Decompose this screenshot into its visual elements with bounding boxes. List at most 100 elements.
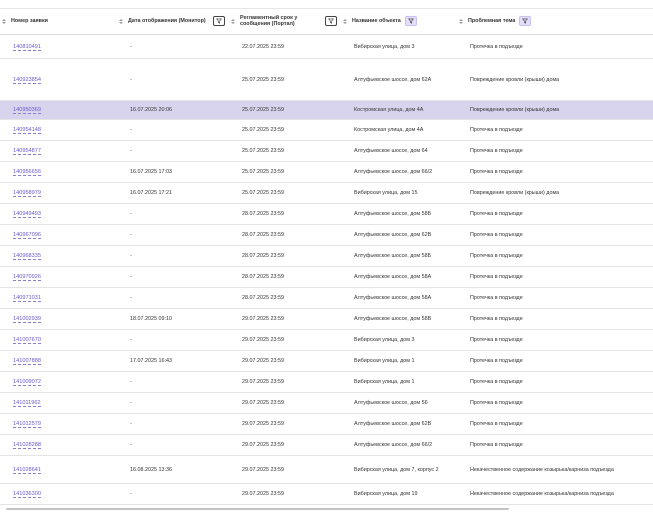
- table-cell: 140810491: [0, 34, 117, 59]
- problem-topic-cell: Протечка в подъезде: [470, 253, 523, 259]
- table-row[interactable]: 141028641 16.08.2025 13:36 29.07.2025 23:5…: [0, 455, 653, 484]
- table-cell: Вибирская улица, дом 7, корпус 2: [341, 455, 457, 484]
- table-row[interactable]: 141011962 - 29.07.2025 23:59 Алтуфьевское ш…: [0, 392, 653, 414]
- request-number-link[interactable]: 140958979: [13, 190, 41, 197]
- table-row[interactable]: 141009072 - 29.07.2025 23:59 Вибирская улиц…: [0, 371, 653, 393]
- table-cell: 140971031: [0, 287, 117, 309]
- table-row[interactable]: 140923854 - 25.07.2025 23:59 Алтуфьевское ш…: [0, 58, 653, 101]
- request-number-link[interactable]: 141012579: [13, 421, 41, 428]
- table-row[interactable]: 141012579 - 29.07.2025 23:59 Алтуфьевское ш…: [0, 413, 653, 435]
- table-row[interactable]: 140970926 - 28.07.2025 23:59 Алтуфьевское ш…: [0, 266, 653, 288]
- sort-icon[interactable]: [2, 18, 8, 24]
- table-row[interactable]: 140971031 - 28.07.2025 23:59 Алтуфьевское ш…: [0, 287, 653, 309]
- filter-icon[interactable]: [519, 16, 532, 26]
- table-cell: Повреждение кровли (крыши) дома: [457, 58, 653, 101]
- request-number-link[interactable]: 140950369: [13, 107, 41, 114]
- table-row[interactable]: 140810491 - 22.07.2025 23:59 Вибирская улиц…: [0, 34, 653, 59]
- deadline-cell: 29.07.2025 23:59: [242, 337, 284, 343]
- request-number-link[interactable]: 140954148: [13, 127, 41, 134]
- request-number-link[interactable]: 140923854: [13, 76, 41, 84]
- request-number-link[interactable]: 141007670: [13, 337, 41, 344]
- request-number-link[interactable]: 140968335: [13, 253, 41, 260]
- request-number-link[interactable]: 140971031: [13, 295, 41, 302]
- table-cell: 28.07.2025 23:59: [229, 224, 341, 246]
- filter-icon[interactable]: [404, 16, 417, 26]
- table-cell: 141007888: [0, 350, 117, 372]
- request-number-link[interactable]: 141036300: [13, 491, 41, 498]
- table-row[interactable]: 140956656 16.07.2025 17:03 25.07.2025 23:5…: [0, 161, 653, 183]
- request-number-link[interactable]: 141028288: [13, 442, 41, 449]
- table-cell: 25.07.2025 23:59: [229, 161, 341, 183]
- table-row[interactable]: 141007670 - 29.07.2025 23:59 Вибирская улиц…: [0, 329, 653, 351]
- object-name-cell: Алтуфьевское шоссе, дом 66/2: [354, 169, 433, 175]
- problem-topic-cell: Протечка в подъезде: [470, 127, 523, 133]
- request-number-link[interactable]: 140810491: [13, 43, 41, 51]
- table-row[interactable]: 140949493 - 28.07.2025 23:59 Алтуфьевское ш…: [0, 203, 653, 225]
- table-cell: Протечка в подъезде: [457, 119, 653, 141]
- table-row[interactable]: 140954148 - 25.07.2025 23:59 Костромская ул…: [0, 119, 653, 141]
- table-row[interactable]: 140968335 - 28.07.2025 23:59 Алтуфьевское ш…: [0, 245, 653, 267]
- request-number-link[interactable]: 140956656: [13, 169, 41, 176]
- request-number-link[interactable]: 140970926: [13, 274, 41, 281]
- table-row[interactable]: 140967096 - 28.07.2025 23:59 Алтуфьевское ш…: [0, 224, 653, 246]
- filter-icon[interactable]: [325, 16, 337, 26]
- table-row[interactable]: 141007888 17.07.2025 16:43 29.07.2025 23:5…: [0, 350, 653, 372]
- table-row[interactable]: 140954877 - 25.07.2025 23:59 Алтуфьевское ш…: [0, 140, 653, 162]
- deadline-cell: 29.07.2025 23:59: [242, 316, 284, 322]
- table-row[interactable]: 141028288 - 29.07.2025 23:59 Алтуфьевское ш…: [0, 434, 653, 456]
- column-header-request-number[interactable]: Номер заявки: [0, 8, 117, 35]
- object-name-cell: Алтуфьевское шоссе, дом 64: [354, 148, 428, 154]
- table-cell: 141028641: [0, 455, 117, 484]
- table-cell: Протечка в подъезде: [457, 434, 653, 456]
- problem-topic-cell: Протечка в подъезде: [470, 148, 523, 154]
- horizontal-scrollbar[interactable]: [6, 508, 509, 510]
- table-cell: Протечка в подъезде: [457, 266, 653, 288]
- column-header-monitor-date[interactable]: Дата отображения (Монитор): [117, 8, 229, 35]
- request-number-link[interactable]: 141028641: [13, 466, 41, 474]
- table-row[interactable]: 140958979 16.07.2025 17:21 25.07.2025 23:5…: [0, 182, 653, 204]
- table-cell: -: [117, 140, 229, 162]
- object-name-cell: Вибирская улица, дом 19: [354, 491, 418, 497]
- request-number-link[interactable]: 141002939: [13, 316, 41, 323]
- table-cell: 141007670: [0, 329, 117, 351]
- object-name-cell: Вибирская улица, дом 15: [354, 190, 418, 196]
- table-cell: 29.07.2025 23:59: [229, 455, 341, 484]
- table-cell: -: [117, 434, 229, 456]
- table-row[interactable]: 141036300 - 29.07.2025 23:59 Вибирская улиц…: [0, 483, 653, 505]
- table-cell: 16.08.2025 13:36: [117, 455, 229, 484]
- table-cell: Протечка в подъезде: [457, 224, 653, 246]
- request-number-link[interactable]: 140949493: [13, 211, 41, 218]
- table-cell: 140958979: [0, 182, 117, 204]
- table-row[interactable]: 140950369 16.07.2025 20:06 25.07.2025 23:5…: [0, 100, 653, 120]
- column-header-portal-deadline[interactable]: Регламентный срок у сообщения (Портал): [229, 8, 341, 35]
- table-cell: -: [117, 329, 229, 351]
- filter-icon[interactable]: [213, 16, 225, 26]
- request-number-link[interactable]: 141011962: [13, 400, 41, 407]
- request-number-link[interactable]: 141007888: [13, 358, 41, 365]
- table-body: 140810491 - 22.07.2025 23:59 Вибирская улиц…: [0, 34, 653, 505]
- table-cell: 141011962: [0, 392, 117, 414]
- column-header-problem-topic[interactable]: Проблемная тема: [457, 8, 653, 35]
- sort-icon[interactable]: [119, 18, 125, 24]
- table-cell: Алтуфьевское шоссе, дом 58В: [341, 308, 457, 330]
- request-number-link[interactable]: 141009072: [13, 379, 41, 386]
- request-number-link[interactable]: 140967096: [13, 232, 41, 239]
- table-cell: 141009072: [0, 371, 117, 393]
- deadline-cell: 25.07.2025 23:59: [242, 76, 284, 83]
- table-row[interactable]: 141002939 18.07.2025 09:10 29.07.2025 23:5…: [0, 308, 653, 330]
- table-cell: Костромская улица, дом 4А: [341, 119, 457, 141]
- problem-topic-cell: Некачественное содержание козырька/карни…: [470, 466, 614, 473]
- table-cell: Повреждение кровли (крыши) дома: [457, 182, 653, 204]
- table-cell: Протечка в подъезде: [457, 350, 653, 372]
- table-cell: 140956656: [0, 161, 117, 183]
- column-header-object-name[interactable]: Название объекта: [341, 8, 457, 35]
- table-cell: 25.07.2025 23:59: [229, 140, 341, 162]
- sort-icon[interactable]: [459, 18, 465, 24]
- table-cell: 29.07.2025 23:59: [229, 434, 341, 456]
- monitor-date-cell: 17.07.2025 16:43: [130, 358, 172, 364]
- monitor-date-cell: 16.07.2025 20:06: [130, 107, 172, 113]
- sort-icon[interactable]: [343, 18, 349, 24]
- sort-icon[interactable]: [231, 18, 237, 24]
- request-number-link[interactable]: 140954877: [13, 148, 41, 155]
- table-cell: 140950369: [0, 100, 117, 120]
